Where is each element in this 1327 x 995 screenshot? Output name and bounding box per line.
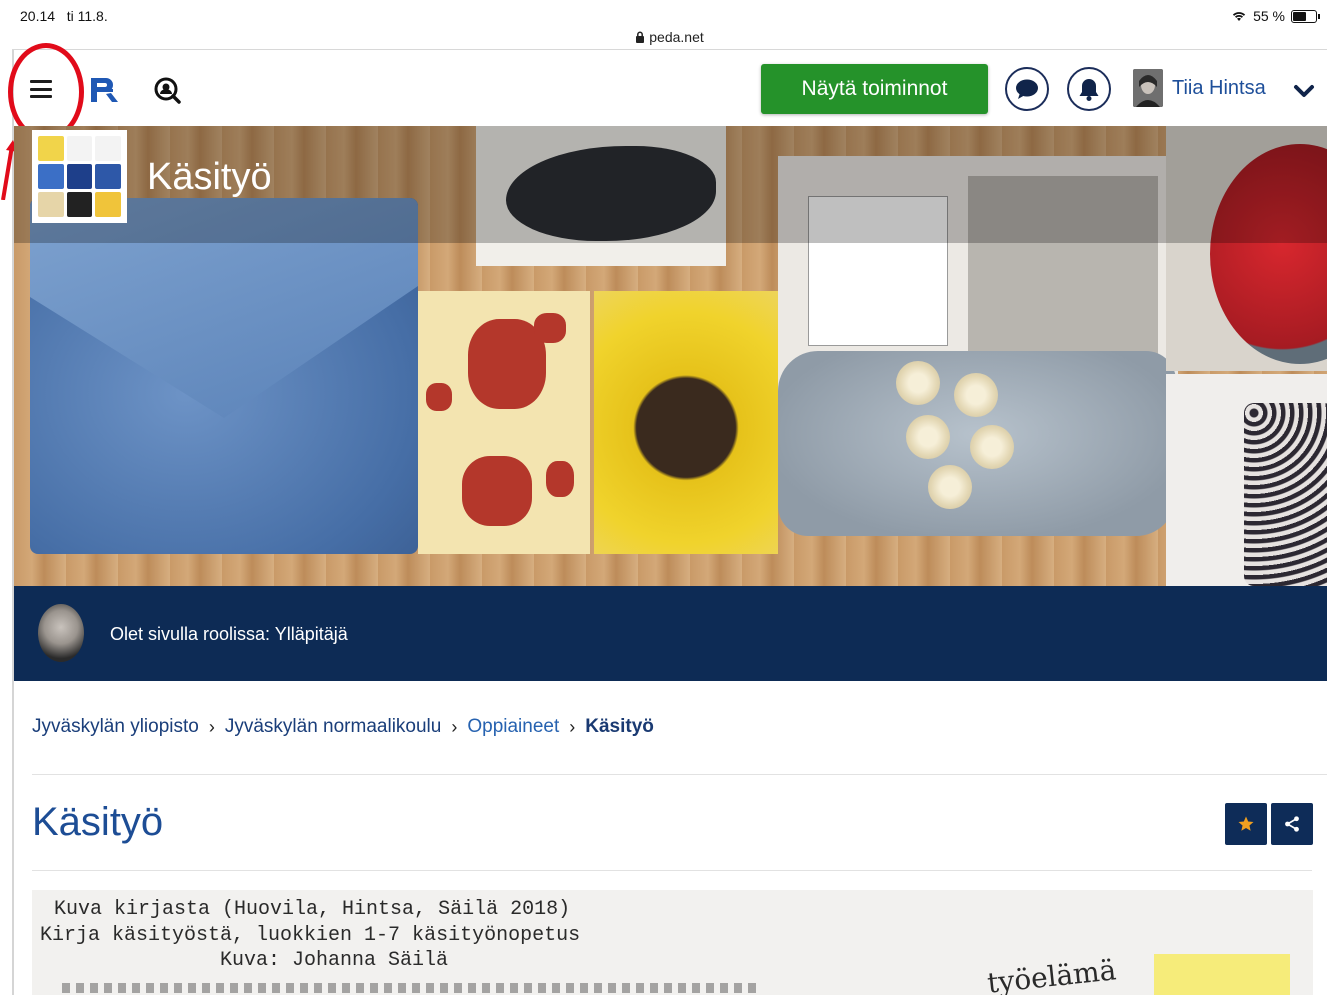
banner-title: Käsityö — [147, 156, 272, 198]
star-icon — [1238, 816, 1254, 831]
status-time: 20.14 — [20, 8, 56, 24]
book-scan-image: Kuva kirjasta (Huovila, Hintsa, Säilä 20… — [32, 890, 1313, 995]
share-button[interactable] — [1271, 803, 1313, 845]
scan-word: työelämä — [985, 953, 1118, 995]
breadcrumb-link-university[interactable]: Jyväskylän yliopisto — [32, 716, 199, 738]
chevron-right-icon: › — [569, 716, 576, 737]
browser-url-bar[interactable]: peda.net — [12, 26, 1327, 50]
chevron-right-icon: › — [451, 716, 458, 737]
divider — [32, 774, 1327, 775]
battery-percent: 55 % — [1253, 8, 1285, 24]
hamburger-icon[interactable] — [30, 80, 52, 98]
role-text: Olet sivulla roolissa: Ylläpitäjä — [110, 624, 348, 644]
breadcrumb: Jyväskylän yliopisto › Jyväskylän normaa… — [32, 716, 654, 738]
scan-caption-line1: Kuva kirjasta (Huovila, Hintsa, Säilä 20… — [54, 898, 571, 921]
wifi-icon — [1232, 12, 1246, 21]
notifications-button[interactable] — [1067, 67, 1111, 111]
show-actions-button[interactable]: Näytä toiminnot — [761, 64, 988, 114]
scan-caption-line3: Kuva: Johanna Säilä — [220, 949, 449, 972]
status-time-date: 20.14 ti 11.8. — [20, 8, 108, 24]
user-search-icon[interactable] — [153, 76, 181, 104]
status-date: ti 11.8. — [66, 8, 108, 24]
role-avatar — [38, 604, 84, 662]
lock-icon — [636, 31, 645, 43]
banner-image: Käsityö — [14, 126, 1327, 586]
chevron-right-icon: › — [208, 716, 215, 737]
breadcrumb-link-subjects[interactable]: Oppiaineet — [467, 716, 559, 738]
status-right: 55 % — [1231, 8, 1320, 24]
user-name[interactable]: Tiia Hintsa — [1172, 77, 1266, 100]
url-display[interactable]: peda.net — [12, 29, 1327, 45]
avatar-image — [1133, 69, 1163, 107]
page-title: Käsityö — [32, 800, 164, 844]
subject-logo[interactable] — [32, 130, 127, 223]
app-header: Näytä toiminnot Tiia Hintsa — [14, 52, 1327, 126]
scan-caption-line2: Kirja käsityöstä, luokkien 1-7 käsityöno… — [40, 924, 581, 947]
user-avatar[interactable] — [1133, 69, 1163, 107]
peda-logo-icon[interactable] — [88, 74, 118, 104]
url-text: peda.net — [649, 29, 704, 45]
share-icon — [1285, 816, 1299, 832]
favorite-button[interactable] — [1225, 803, 1267, 845]
messages-button[interactable] — [1005, 67, 1049, 111]
battery-icon — [1291, 9, 1320, 23]
breadcrumb-link-school[interactable]: Jyväskylän normaalikoulu — [225, 716, 442, 738]
breadcrumb-current[interactable]: Käsityö — [585, 716, 654, 738]
chevron-down-icon[interactable] — [1292, 82, 1316, 100]
divider — [32, 870, 1312, 871]
chat-bubble-icon — [1016, 79, 1038, 99]
role-bar: Olet sivulla roolissa: Ylläpitäjä — [14, 586, 1327, 681]
bell-icon — [1079, 79, 1099, 101]
